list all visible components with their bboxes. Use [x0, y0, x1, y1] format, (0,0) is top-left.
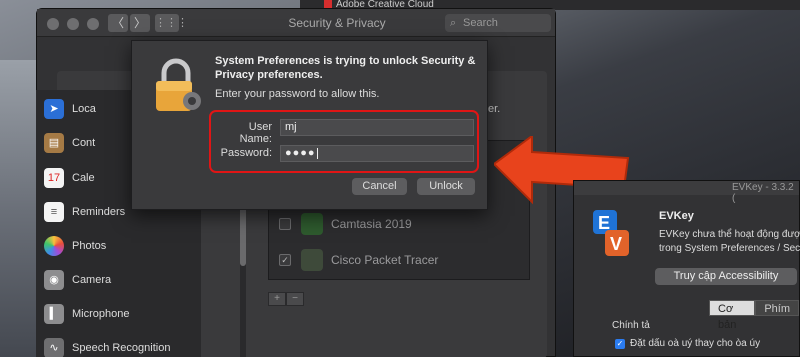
- adobe-icon: [324, 0, 332, 8]
- calendar-icon: 17: [44, 168, 64, 188]
- tab-basic[interactable]: Cơ bản: [709, 300, 756, 331]
- sidebar-item-speech-recognition[interactable]: ∿ Speech Recognition: [44, 335, 170, 357]
- microphone-icon: ▍: [44, 304, 64, 324]
- padlock-icon: [156, 58, 201, 111]
- evkey-tabs: Cơ bản Phím: [709, 300, 799, 331]
- app-checkbox[interactable]: ✓: [279, 254, 291, 266]
- partial-instruction-text: er.: [488, 103, 501, 115]
- credentials-highlight-box: [209, 110, 479, 173]
- window-title: Security & Privacy: [288, 16, 386, 30]
- add-remove-controls: + −: [268, 292, 306, 306]
- list-item[interactable]: Camtasia 2019: [269, 209, 529, 239]
- option-checkbox[interactable]: ✓: [615, 338, 625, 349]
- sidebar-item-reminders[interactable]: ≡ Reminders: [44, 199, 125, 225]
- search-input[interactable]: ⌕ Search: [445, 14, 551, 32]
- svg-text:V: V: [610, 234, 622, 254]
- contacts-book-icon: ▤: [44, 133, 64, 153]
- evkey-window: EVKey - 3.3.2 ( E V EVKey EVKey chưa thể…: [573, 180, 800, 357]
- list-item[interactable]: ✓ Cisco Packet Tracer: [269, 245, 529, 275]
- reminders-list-icon: ≡: [44, 202, 64, 222]
- location-arrow-icon: ➤: [44, 99, 64, 119]
- sidebar-item-microphone[interactable]: ▍ Microphone: [44, 301, 129, 327]
- speech-waveform-icon: ∿: [44, 338, 64, 357]
- sidebar-item-location[interactable]: ➤ Loca: [44, 96, 96, 122]
- sidebar-item-calendar[interactable]: 17 Cale: [44, 165, 95, 191]
- evkey-description: EVKey chưa thể hoạt động được c trong Sy…: [659, 229, 800, 254]
- close-window-button[interactable]: [47, 18, 59, 30]
- camera-icon: ◉: [44, 270, 64, 290]
- evkey-app-name: EVKey: [659, 210, 694, 222]
- back-button[interactable]: 〈: [108, 14, 128, 32]
- svg-text:E: E: [598, 213, 610, 233]
- tab-keys[interactable]: Phím: [755, 300, 799, 316]
- dialog-title: System Preferences is trying to unlock S…: [215, 55, 476, 81]
- evkey-titlebar: EVKey - 3.3.2 (: [574, 181, 799, 204]
- window-titlebar: 〈 〉 ⋮⋮⋮ Security & Privacy ⌕ Search: [37, 9, 555, 37]
- sidebar-item-photos[interactable]: Photos: [44, 233, 106, 259]
- app-checkbox[interactable]: [279, 218, 291, 230]
- minimize-window-button[interactable]: [67, 18, 79, 30]
- camtasia-icon: [301, 213, 323, 235]
- search-placeholder: Search: [463, 17, 498, 29]
- open-accessibility-button[interactable]: Truy cập Accessibility: [655, 268, 797, 285]
- show-all-grid-icon[interactable]: ⋮⋮⋮: [155, 14, 188, 32]
- add-app-button[interactable]: +: [268, 292, 286, 306]
- evkey-window-title: EVKey - 3.3.2 (: [732, 182, 794, 204]
- remove-app-button[interactable]: −: [286, 292, 304, 306]
- search-icon: ⌕: [450, 17, 457, 29]
- spelling-section-label: Chính tả: [612, 320, 650, 331]
- packet-tracer-icon: [301, 249, 323, 271]
- unlock-button[interactable]: Unlock: [417, 178, 475, 195]
- sidebar-item-camera[interactable]: ◉ Camera: [44, 267, 111, 293]
- tone-placement-option[interactable]: ✓ Đặt dấu oà uý thay cho òa úy: [615, 338, 760, 349]
- dialog-subtitle: Enter your password to allow this.: [215, 88, 380, 100]
- sidebar-item-contacts[interactable]: ▤ Cont: [44, 130, 95, 156]
- unlock-dialog: System Preferences is trying to unlock S…: [131, 40, 488, 210]
- forward-button[interactable]: 〉: [130, 14, 150, 32]
- photos-flower-icon: [44, 236, 64, 256]
- evkey-logo-icon: E V: [593, 210, 629, 256]
- zoom-window-button[interactable]: [87, 18, 99, 30]
- cancel-button[interactable]: Cancel: [352, 178, 407, 195]
